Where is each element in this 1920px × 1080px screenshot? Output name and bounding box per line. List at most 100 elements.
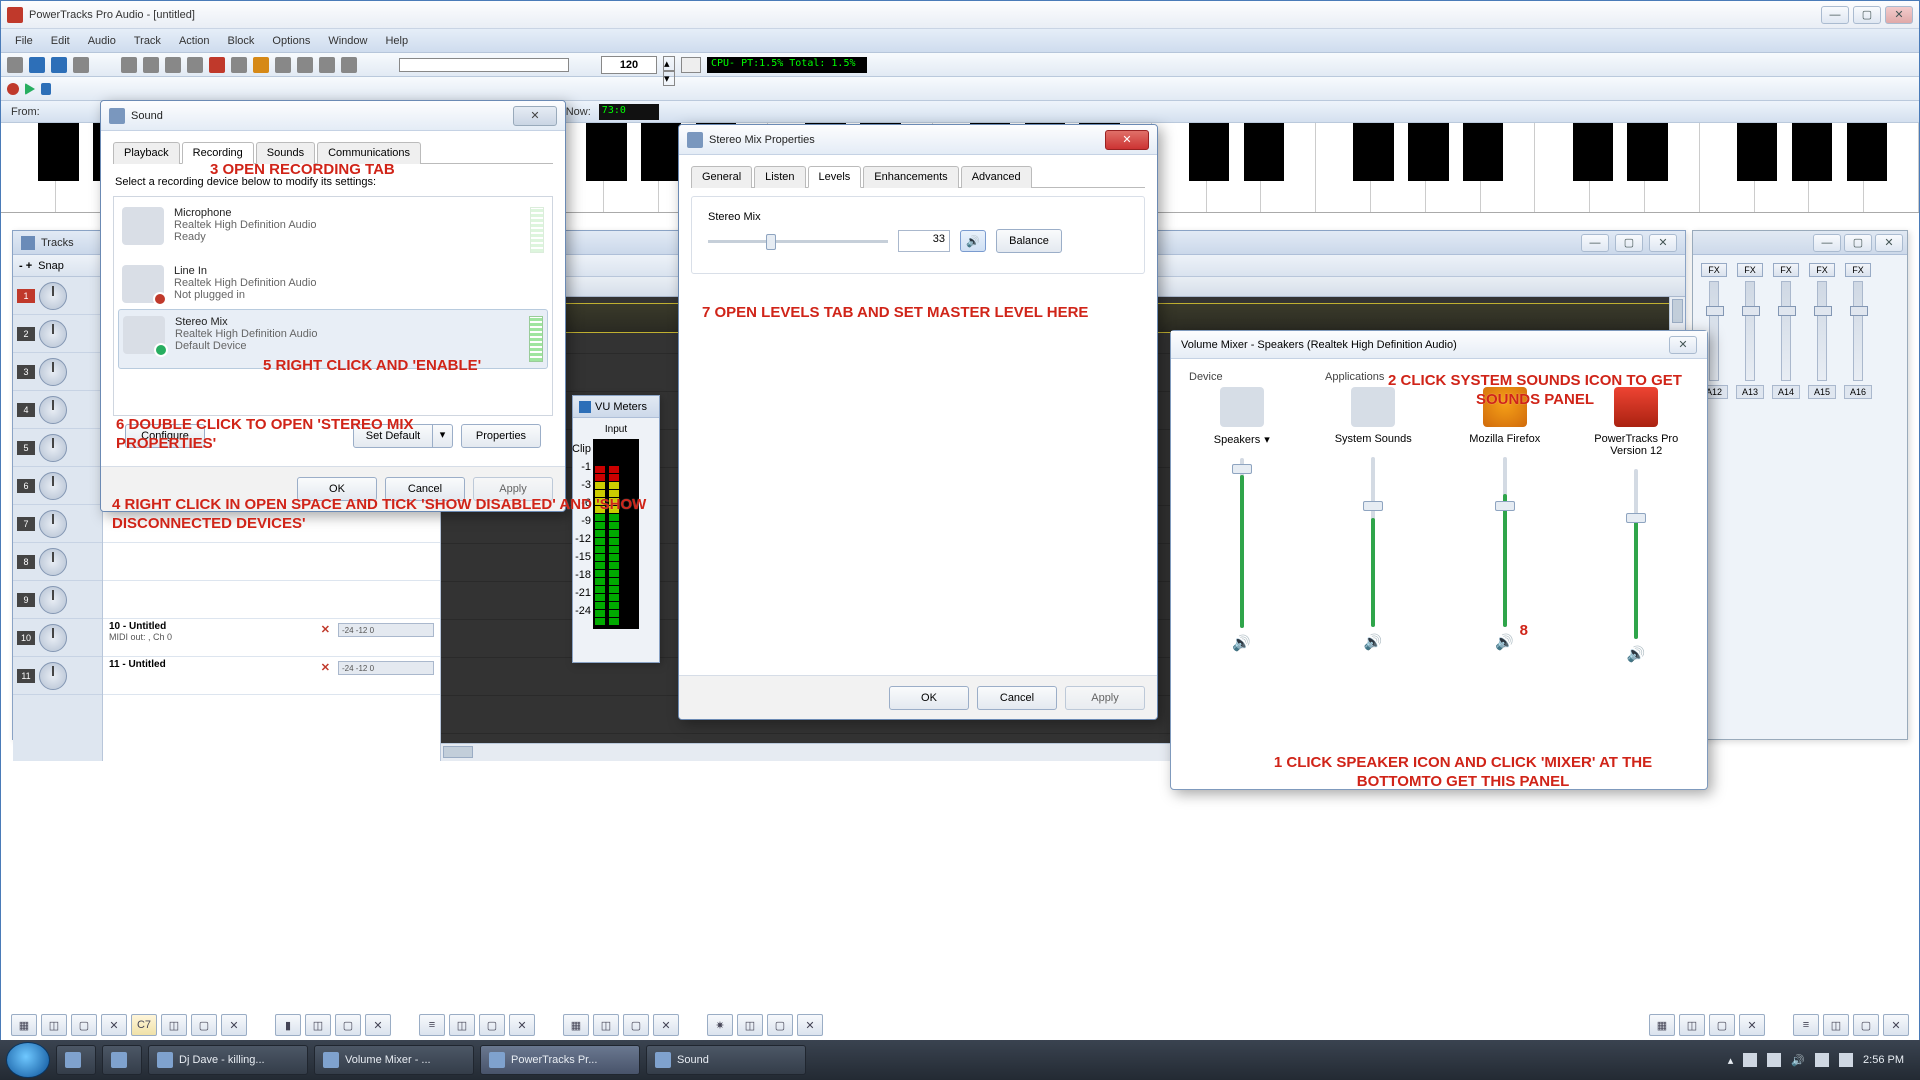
tool-h-icon[interactable] [275,57,291,73]
mute-toggle[interactable]: 🔊 [960,230,986,252]
tray-speaker-icon[interactable]: 🔊 [1791,1054,1805,1067]
tool-f-icon[interactable] [231,57,247,73]
menu-audio[interactable]: Audio [80,33,124,49]
mini-fader[interactable]: -24 -12 0 [338,623,434,637]
sb-g3-1[interactable]: ≡ [419,1014,445,1036]
new-icon[interactable] [7,57,23,73]
menu-help[interactable]: Help [377,33,416,49]
mini-fader[interactable]: -24 -12 0 [338,661,434,675]
start-button[interactable] [6,1042,50,1078]
sb-btn-1[interactable]: ▦ [11,1014,37,1036]
powertracks-fader[interactable] [1623,469,1649,639]
sb-g6-3[interactable]: ▢ [1709,1014,1735,1036]
menu-block[interactable]: Block [220,33,263,49]
tempo-extra[interactable] [681,57,701,73]
tab-listen[interactable]: Listen [754,166,805,188]
sound-close-button[interactable]: ✕ [513,106,557,126]
sm-cancel-button[interactable]: Cancel [977,686,1057,710]
open-icon[interactable] [73,57,89,73]
tool-i-icon[interactable] [297,57,313,73]
sb-g4-2[interactable]: ◫ [593,1014,619,1036]
sb-btn-6[interactable]: ▢ [191,1014,217,1036]
tab-playback[interactable]: Playback [113,142,180,164]
tab-enhancements[interactable]: Enhancements [863,166,958,188]
properties-button[interactable]: Properties [461,424,541,448]
sb-g2-4[interactable]: ✕ [365,1014,391,1036]
tool-c-icon[interactable] [165,57,181,73]
menu-window[interactable]: Window [320,33,375,49]
sb-g5-2[interactable]: ◫ [737,1014,763,1036]
sb-g3-2[interactable]: ◫ [449,1014,475,1036]
sb-g7-2[interactable]: ◫ [1823,1014,1849,1036]
level-value[interactable]: 33 [898,230,950,252]
tracks-max[interactable]: ▢ [1615,234,1643,252]
snap-label[interactable]: Snap [38,260,64,272]
tab-advanced[interactable]: Advanced [961,166,1032,188]
menu-file[interactable]: File [7,33,41,49]
taskbar-djdave[interactable]: Dj Dave - killing... [148,1045,308,1075]
record-icon[interactable] [7,83,19,95]
set-default-dropdown[interactable]: ▾ [433,424,453,448]
stereo-mix-close[interactable]: ✕ [1105,130,1149,150]
system-sounds-fader[interactable] [1360,457,1386,627]
menu-action[interactable]: Action [171,33,218,49]
device-line-in[interactable]: Line In Realtek High Definition Audio No… [118,259,548,309]
sb-g2-3[interactable]: ▢ [335,1014,361,1036]
close-button[interactable]: ✕ [1885,6,1913,24]
mixer-max[interactable]: ▢ [1844,234,1872,252]
clock[interactable]: 2:56 PM [1863,1054,1904,1066]
speakers-fader[interactable] [1229,458,1255,628]
save-icon[interactable] [29,57,45,73]
track-knob[interactable] [39,282,67,310]
tray-expand-icon[interactable]: ▴ [1728,1054,1734,1067]
sb-btn-7[interactable]: ✕ [221,1014,247,1036]
tab-general[interactable]: General [691,166,752,188]
tracks-min[interactable]: — [1581,234,1609,252]
menu-options[interactable]: Options [264,33,318,49]
speaker-mute-icon[interactable]: 🔊 [1362,633,1384,653]
sb-btn-5[interactable]: ◫ [161,1014,187,1036]
tool-a-icon[interactable] [121,57,137,73]
progress-slider[interactable] [399,58,569,72]
mixer-close[interactable]: ✕ [1875,234,1903,252]
tool-e-icon[interactable] [209,57,225,73]
minimize-button[interactable]: — [1821,6,1849,24]
device-microphone[interactable]: Microphone Realtek High Definition Audio… [118,201,548,259]
taskbar-sound[interactable]: Sound [646,1045,806,1075]
sb-c7-button[interactable]: C7 [131,1014,157,1036]
track-10-info[interactable]: 10 - Untitled MIDI out: , Ch 0 ✕ -24 -12… [103,619,440,657]
fader[interactable] [1709,281,1719,381]
device-list[interactable]: Microphone Realtek High Definition Audio… [113,196,553,416]
save-as-icon[interactable] [51,57,67,73]
speaker-mute-icon[interactable]: 🔊 [1494,633,1516,653]
tray-network-icon[interactable] [1815,1053,1829,1067]
taskbar-volmixer[interactable]: Volume Mixer - ... [314,1045,474,1075]
sb-g6-4[interactable]: ✕ [1739,1014,1765,1036]
tempo-field[interactable]: 120 [601,56,657,74]
tracks-close[interactable]: ✕ [1649,234,1677,252]
sb-g3-4[interactable]: ✕ [509,1014,535,1036]
volmix-close[interactable]: ✕ [1669,336,1697,354]
sb-g6-2[interactable]: ◫ [1679,1014,1705,1036]
tray-flag-icon[interactable] [1839,1053,1853,1067]
tab-levels[interactable]: Levels [808,166,862,188]
sb-g5-3[interactable]: ▢ [767,1014,793,1036]
maximize-button[interactable]: ▢ [1853,6,1881,24]
track-11-info[interactable]: 11 - Untitled ✕ -24 -12 0 [103,657,440,695]
sb-g4-4[interactable]: ✕ [653,1014,679,1036]
sb-g7-3[interactable]: ▢ [1853,1014,1879,1036]
tool-b-icon[interactable] [143,57,159,73]
mute-icon[interactable]: ✕ [321,661,330,674]
firefox-fader[interactable] [1492,457,1518,627]
tool-k-icon[interactable] [341,57,357,73]
sb-g7-4[interactable]: ✕ [1883,1014,1909,1036]
stop-icon[interactable] [41,83,51,95]
sb-btn-4[interactable]: ✕ [101,1014,127,1036]
sb-g5-4[interactable]: ✕ [797,1014,823,1036]
sm-ok-button[interactable]: OK [889,686,969,710]
menu-track[interactable]: Track [126,33,169,49]
sb-g2-2[interactable]: ◫ [305,1014,331,1036]
sb-g5-1[interactable]: ✷ [707,1014,733,1036]
fx-button[interactable]: FX [1701,263,1727,277]
taskbar-powertracks[interactable]: PowerTracks Pr... [480,1045,640,1075]
